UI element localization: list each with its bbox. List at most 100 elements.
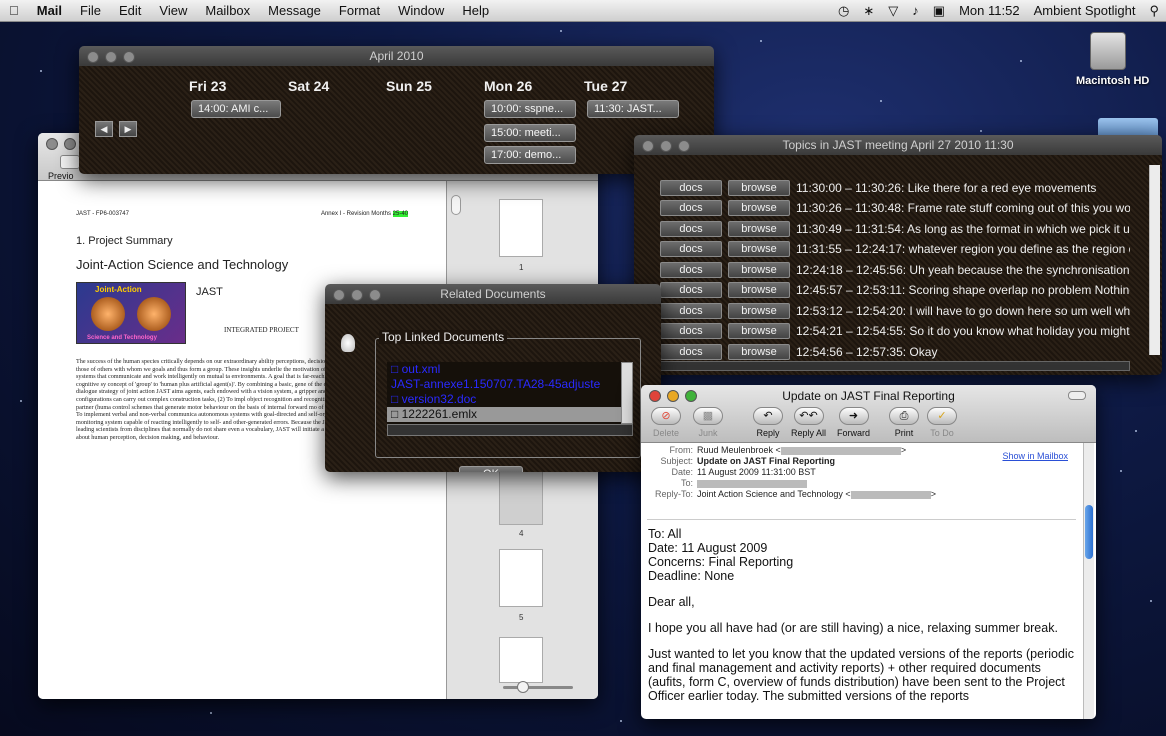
page-thumbnail-5[interactable] [499, 549, 543, 607]
zoom-button[interactable] [369, 289, 381, 301]
event-mon-meeting[interactable]: 15:00: meeti... [484, 124, 576, 142]
volume-icon[interactable]: ♪ [905, 3, 926, 18]
mail-title: Update on JAST Final Reporting [782, 389, 955, 403]
browse-button[interactable]: browse [728, 241, 790, 257]
clock[interactable]: Mon 11:52 [952, 3, 1026, 18]
junk-button[interactable]: ▩ Junk [693, 407, 723, 438]
close-button[interactable] [642, 140, 654, 152]
event-mon-demo[interactable]: 17:00: demo... [484, 146, 576, 164]
doc-item-emlx[interactable]: □ 1222261.emlx [387, 407, 621, 422]
time-machine-icon[interactable]: ◷ [831, 3, 856, 19]
spotlight-search-icon[interactable]: ⚲ [1142, 3, 1166, 19]
mail-body-line [648, 583, 1078, 595]
docs-button[interactable]: docs [660, 200, 722, 216]
mail-body-line [648, 609, 1078, 621]
doc-item-annexe[interactable]: JAST-annexe1.150707.TA28-45adjuste [387, 377, 621, 392]
menu-app[interactable]: Mail [28, 3, 71, 18]
menu-file[interactable]: File [71, 3, 110, 18]
docs-button[interactable]: docs [660, 343, 722, 360]
thumb-scroll-up[interactable] [451, 195, 461, 215]
mail-scrollbar[interactable] [1083, 443, 1094, 719]
minimize-button[interactable] [660, 140, 672, 152]
mail-scroll-thumb[interactable] [1085, 505, 1093, 559]
docs-button[interactable]: docs [660, 179, 722, 196]
ok-button[interactable]: OK [459, 466, 523, 472]
toolbar-toggle[interactable] [1068, 391, 1086, 400]
display-icon[interactable]: ▣ [926, 3, 952, 19]
browse-button[interactable]: browse [728, 200, 790, 216]
minimize-button[interactable] [351, 289, 363, 301]
close-button[interactable] [46, 138, 58, 150]
browse-button[interactable]: browse [728, 343, 790, 360]
close-button[interactable] [333, 289, 345, 301]
browse-button[interactable]: browse [728, 261, 790, 278]
ambient-spotlight-menu[interactable]: Ambient Spotlight [1027, 3, 1143, 18]
list-scrollbar[interactable] [621, 362, 633, 424]
related-titlebar: Related Documents [325, 284, 661, 304]
linked-documents-list[interactable]: □ out.xml JAST-annexe1.150707.TA28-45adj… [387, 362, 621, 424]
from-key: From: [669, 445, 694, 455]
menu-edit[interactable]: Edit [110, 3, 150, 18]
topics-vertical-scrollbar[interactable] [1149, 165, 1160, 355]
doc-title: Joint-Action Science and Technology [76, 257, 289, 272]
browse-button[interactable]: browse [728, 282, 790, 298]
minimize-button[interactable] [105, 51, 117, 63]
browse-button[interactable]: browse [728, 179, 790, 196]
menu-message[interactable]: Message [259, 3, 330, 18]
menu-format[interactable]: Format [330, 3, 389, 18]
topic-row: docs browse 11:30:00 – 11:30:26: Like ther… [660, 179, 1130, 196]
menu-help[interactable]: Help [453, 3, 498, 18]
browse-button[interactable]: browse [728, 302, 790, 319]
browse-button[interactable]: browse [728, 323, 790, 339]
event-fri-ami[interactable]: 14:00: AMI c... [191, 100, 281, 118]
forward-button[interactable]: ➜ Forward [837, 407, 870, 438]
header-divider [647, 519, 1076, 520]
doc-item-out-xml[interactable]: □ out.xml [387, 362, 621, 377]
browse-button[interactable]: browse [728, 220, 790, 237]
menu-window[interactable]: Window [389, 3, 453, 18]
topic-row: docs browse 12:54:56 – 12:57:35: Okay [660, 343, 1130, 360]
docs-button[interactable]: docs [660, 220, 722, 237]
apple-menu-icon[interactable]:  [0, 3, 28, 18]
menu-mailbox[interactable]: Mailbox [196, 3, 259, 18]
event-mon-sspne[interactable]: 10:00: sspne... [484, 100, 576, 118]
wifi-icon[interactable]: ▽ [881, 3, 905, 19]
docs-button[interactable]: docs [660, 261, 722, 278]
print-button[interactable]: ⎙ Print [889, 407, 919, 438]
docs-button[interactable]: docs [660, 323, 722, 339]
menu-view[interactable]: View [150, 3, 196, 18]
page-thumbnail-4[interactable] [499, 467, 543, 525]
show-in-mailbox-link[interactable]: Show in Mailbox [1002, 451, 1068, 461]
day-fri-23: Fri 23 [189, 78, 227, 94]
zoom-button[interactable] [678, 140, 690, 152]
docs-button[interactable]: docs [660, 282, 722, 298]
list-hscrollbar[interactable] [387, 424, 633, 436]
zoom-slider-knob[interactable] [517, 681, 529, 693]
bluetooth-icon[interactable]: ∗ [856, 3, 881, 19]
topics-horizontal-scrollbar[interactable] [660, 361, 1130, 371]
delete-button[interactable]: ⊘ Delete [651, 407, 681, 438]
redacted-from [780, 447, 901, 455]
doc-item-version32[interactable]: □ version32.doc [387, 392, 621, 407]
reply-all-button[interactable]: ↶↶ Reply All [791, 407, 826, 438]
macintosh-hd-icon[interactable] [1090, 32, 1126, 70]
reply-to-value: Joint Action Science and Technology < [697, 489, 851, 499]
zoom-button[interactable] [123, 51, 135, 63]
page-thumbnail-1[interactable] [499, 199, 543, 257]
previous-button[interactable] [60, 155, 80, 169]
minimize-button[interactable] [64, 138, 76, 150]
next-week-button[interactable]: ▶ [119, 121, 137, 137]
event-tue-jast[interactable]: 11:30: JAST... [587, 100, 679, 118]
reply-button[interactable]: ↶ Reply [753, 407, 783, 438]
page-thumbnail-6[interactable] [499, 637, 543, 683]
docs-button[interactable]: docs [660, 302, 722, 319]
day-sat-24: Sat 24 [288, 78, 330, 94]
close-button[interactable] [87, 51, 99, 63]
zoom-slider[interactable] [503, 686, 573, 689]
prev-week-button[interactable]: ◀ [95, 121, 113, 137]
topic-text: 11:30:00 – 11:30:26: Like there for a re… [796, 180, 1097, 195]
docs-button[interactable]: docs [660, 241, 722, 257]
todo-button[interactable]: ✓ To Do [927, 407, 957, 438]
menu-bar:  Mail File Edit View Mailbox Message Fo… [0, 0, 1166, 22]
macintosh-hd-label: Macintosh HD [1076, 75, 1150, 87]
